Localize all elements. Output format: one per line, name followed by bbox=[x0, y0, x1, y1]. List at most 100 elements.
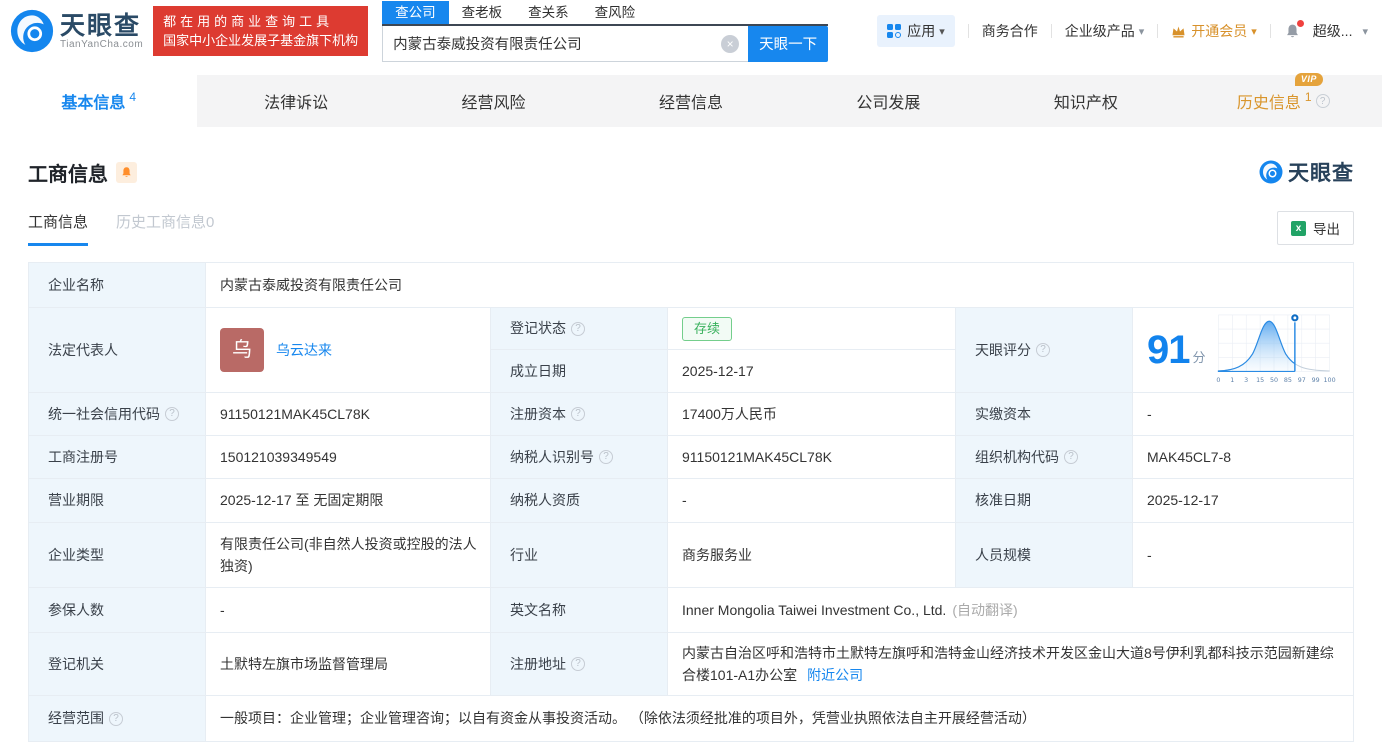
reg-authority-value: 土默特左旗市场监督管理局 bbox=[220, 655, 388, 672]
section-title: 工商信息 bbox=[28, 163, 108, 186]
tab-history-info[interactable]: 历史信息 VIP 1 ? bbox=[1185, 73, 1382, 127]
industry-label: 行业 bbox=[510, 546, 538, 563]
search-input-wrap: × bbox=[382, 25, 749, 62]
field-value-approval-date: 2025-12-17 bbox=[1133, 479, 1353, 523]
field-label-credit-code: 统一社会信用代码? bbox=[29, 393, 206, 436]
tab-basic-label: 基本信息 bbox=[61, 95, 126, 112]
insured-value: - bbox=[220, 601, 225, 618]
nearby-companies-link[interactable]: 附近公司 bbox=[807, 667, 863, 683]
search-tab-relation[interactable]: 查关系 bbox=[515, 1, 582, 24]
help-icon[interactable]: ? bbox=[571, 657, 585, 671]
nav-divider bbox=[967, 24, 969, 38]
company-type-label: 企业类型 bbox=[48, 546, 104, 563]
field-value-reg-number: 150121039349549 bbox=[206, 436, 491, 479]
tab-intellectual-property[interactable]: 知识产权 bbox=[987, 75, 1184, 127]
section-header: 工商信息 天眼查 bbox=[0, 127, 1382, 187]
enterprise-label: 企业级产品 bbox=[1064, 23, 1135, 39]
help-icon[interactable]: ? bbox=[1064, 450, 1078, 464]
search-tab-boss[interactable]: 查老板 bbox=[449, 1, 516, 24]
nav-enterprise-products[interactable]: 企业级产品 ▾ bbox=[1065, 21, 1145, 41]
field-label-reg-number: 工商注册号 bbox=[29, 436, 206, 479]
english-name-note: (自动翻译) bbox=[952, 601, 1018, 618]
svg-text:50: 50 bbox=[1269, 377, 1277, 384]
help-icon[interactable]: ? bbox=[1036, 343, 1050, 357]
field-value-business-term: 2025-12-17 至 无固定期限 bbox=[206, 479, 491, 523]
tab-operating-info[interactable]: 经营信息 bbox=[592, 75, 789, 127]
legal-rep-label: 法定代表人 bbox=[48, 341, 118, 358]
field-value-taxpayer-id: 91150121MAK45CL78K bbox=[668, 436, 956, 479]
field-value-paid-capital: - bbox=[1133, 393, 1353, 436]
field-label-reg-capital: 注册资本? bbox=[491, 393, 668, 436]
field-label-org-code: 组织机构代码? bbox=[956, 436, 1133, 479]
tianyancha-logo[interactable]: 天眼查 TianYanCha.com bbox=[10, 9, 143, 53]
tab-company-development[interactable]: 公司发展 bbox=[790, 75, 987, 127]
subtab-history-count: 0 bbox=[206, 214, 215, 231]
reg-address-value: 内蒙古自治区呼和浩特市土默特左旗呼和浩特金山经济技术开发区金山大道8号伊利乳都科… bbox=[682, 644, 1334, 683]
help-icon[interactable]: ? bbox=[571, 407, 585, 421]
subtab-history-business-info[interactable]: 历史工商信息0 bbox=[116, 211, 214, 243]
taxpayer-id-label: 纳税人识别号 bbox=[510, 448, 594, 465]
export-button[interactable]: x 导出 bbox=[1277, 211, 1354, 245]
search-module: 查公司 查老板 查关系 查风险 × 天眼一下 bbox=[382, 0, 829, 62]
field-value-reg-authority: 土默特左旗市场监督管理局 bbox=[206, 633, 491, 696]
subtab-business-info[interactable]: 工商信息 bbox=[28, 211, 89, 246]
crown-icon bbox=[1172, 25, 1185, 37]
reg-status-label: 登记状态 bbox=[510, 320, 566, 337]
tab-legal-proceedings[interactable]: 法律诉讼 bbox=[197, 75, 394, 127]
company-detail-tabbar: 基本信息 4 法律诉讼 经营风险 经营信息 公司发展 知识产权 历史信息 VIP… bbox=[0, 73, 1382, 127]
search-tab-company[interactable]: 查公司 bbox=[382, 0, 449, 24]
tianyancha-logo-icon bbox=[10, 9, 54, 53]
field-label-business-scope: 经营范围? bbox=[29, 696, 206, 741]
subscribe-bell-chip[interactable] bbox=[116, 161, 137, 183]
taxpayer-id-value: 91150121MAK45CL78K bbox=[682, 448, 832, 465]
field-value-legal-rep: 乌 乌云达来 bbox=[206, 308, 491, 393]
credit-code-value: 91150121MAK45CL78K bbox=[220, 405, 370, 422]
nav-open-vip[interactable]: 开通会员 ▾ bbox=[1171, 21, 1257, 41]
help-icon[interactable]: ? bbox=[1315, 94, 1330, 108]
reg-capital-value: 17400万人民币 bbox=[682, 405, 777, 422]
legal-rep-avatar[interactable]: 乌 bbox=[220, 328, 264, 372]
tab-development-label: 公司发展 bbox=[856, 95, 921, 112]
org-code-label: 组织机构代码 bbox=[975, 448, 1059, 465]
nav-divider bbox=[1269, 24, 1271, 38]
apps-menu[interactable]: 应用 ▾ bbox=[877, 15, 955, 47]
field-label-taxpayer-quality: 纳税人资质 bbox=[491, 479, 668, 523]
svg-text:1: 1 bbox=[1230, 377, 1234, 384]
nav-user-account[interactable]: 超级... ▾ bbox=[1313, 21, 1368, 41]
reg-number-value: 150121039349549 bbox=[220, 448, 337, 465]
tab-legal-label: 法律诉讼 bbox=[264, 95, 329, 112]
help-icon[interactable]: ? bbox=[109, 711, 123, 726]
field-label-company-name: 企业名称 bbox=[29, 263, 206, 308]
help-icon[interactable]: ? bbox=[571, 321, 585, 336]
field-label-reg-authority: 登记机关 bbox=[29, 633, 206, 696]
tab-basic-info[interactable]: 基本信息 4 bbox=[0, 75, 198, 127]
nav-cooperation[interactable]: 商务合作 bbox=[982, 21, 1038, 41]
logo-text: 天眼查 TianYanCha.com bbox=[60, 13, 143, 50]
score-unit: 分 bbox=[1192, 349, 1206, 365]
status-date-subgrid: 登记状态? 存续 成立日期 2025-12-17 bbox=[491, 308, 956, 393]
field-label-reg-status: 登记状态? bbox=[491, 308, 668, 350]
field-label-industry: 行业 bbox=[491, 523, 668, 588]
header-nav: 应用 ▾ 商务合作 企业级产品 ▾ 开通会员 ▾ 超级... ▾ bbox=[877, 15, 1368, 47]
search-input[interactable] bbox=[382, 25, 749, 62]
establish-date-label: 成立日期 bbox=[510, 362, 566, 379]
watermark-text: 天眼查 bbox=[1288, 162, 1354, 185]
staff-size-value: - bbox=[1147, 546, 1152, 563]
help-icon[interactable]: ? bbox=[599, 450, 613, 464]
chart-x-ticks: 0 1 3 15 50 85 97 99 100 bbox=[1216, 377, 1335, 384]
legal-rep-link[interactable]: 乌云达来 bbox=[276, 339, 332, 361]
user-name: 超级... bbox=[1312, 23, 1353, 39]
search-button[interactable]: 天眼一下 bbox=[748, 25, 829, 62]
tab-operation-label: 经营信息 bbox=[658, 95, 723, 112]
notifications-bell[interactable] bbox=[1284, 19, 1304, 40]
help-icon[interactable]: ? bbox=[165, 407, 179, 421]
clear-search-icon[interactable]: × bbox=[721, 34, 740, 53]
tab-ip-label: 知识产权 bbox=[1053, 95, 1118, 112]
industry-value: 商务服务业 bbox=[682, 546, 752, 563]
search-tab-risk[interactable]: 查风险 bbox=[582, 1, 649, 24]
svg-text:85: 85 bbox=[1283, 377, 1291, 384]
reg-number-label: 工商注册号 bbox=[48, 448, 118, 465]
logo-subtitle: TianYanCha.com bbox=[60, 38, 144, 50]
approval-date-label: 核准日期 bbox=[975, 492, 1031, 509]
tab-operating-risk[interactable]: 经营风险 bbox=[395, 75, 592, 127]
